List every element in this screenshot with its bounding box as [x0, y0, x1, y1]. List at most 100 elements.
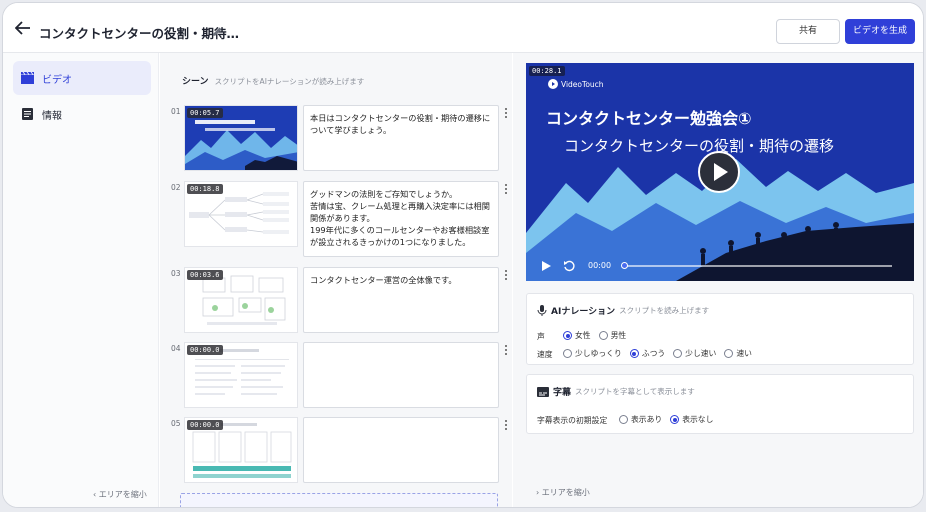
- play-control-icon[interactable]: [541, 261, 551, 271]
- more-options-icon[interactable]: [504, 344, 508, 356]
- caption-radio-group: 表示あり 表示なし: [619, 414, 713, 425]
- scene-script-input[interactable]: グッドマンの法則をご存知でしょうか。 苦情は宝、クレーム処理と再購入決定率には相…: [303, 181, 499, 257]
- scene-row: 04 00:00.0: [160, 342, 512, 412]
- voice-option-label: 女性: [575, 331, 591, 340]
- progress-track[interactable]: [624, 265, 892, 267]
- speed-label: 速度: [537, 350, 553, 359]
- page-title: コンタクトセンターの役割・期待…: [39, 26, 240, 41]
- play-icon: [714, 163, 728, 181]
- collapse-area-button[interactable]: ‹ エリアを縮小: [93, 489, 147, 500]
- sidebar-item-label: 情報: [42, 111, 62, 122]
- microphone-icon: [537, 305, 547, 316]
- back-arrow-icon[interactable]: [15, 21, 31, 35]
- video-subtitle: コンタクトセンターの役割・期待の遷移: [564, 137, 835, 155]
- captions-title: 字幕: [553, 388, 572, 398]
- more-options-icon[interactable]: [504, 183, 508, 195]
- speed-option-normal[interactable]: ふつう: [629, 348, 666, 359]
- speed-option-slow[interactable]: 少しゆっくり: [563, 348, 622, 359]
- brand-logo-text: VideoTouch: [561, 79, 604, 89]
- caption-option-label: 表示あり: [631, 415, 663, 424]
- speed-option-label: ふつう: [641, 349, 666, 358]
- speed-option-label: 少しゆっくり: [575, 349, 622, 358]
- scene-number: 04: [171, 344, 181, 353]
- clapperboard-icon: [21, 72, 34, 84]
- more-options-icon[interactable]: [504, 419, 508, 431]
- sidebar-item-info[interactable]: 情報: [13, 97, 151, 131]
- radio-unselected-icon: [598, 331, 608, 340]
- app-window: コンタクトセンターの役割・期待… 共有 ビデオを生成 ビデオ 情報 ‹ エリアを…: [2, 2, 924, 508]
- video-title: コンタクトセンター勉強会①: [546, 109, 752, 128]
- speed-option-label: 速い: [736, 349, 752, 358]
- captions-subtitle: スクリプトを字幕として表示します: [575, 387, 695, 396]
- narration-title: AIナレーション: [551, 307, 616, 317]
- speed-option-fastest[interactable]: 速い: [724, 348, 752, 359]
- radio-unselected-icon: [563, 349, 572, 358]
- scene-row: 02 00:18.8 グッドマンの法則をご存知でしょうか。 苦情は宝、クレーム処…: [160, 181, 512, 257]
- captions-header: 字幕 スクリプトを字幕として表示します: [537, 385, 695, 398]
- add-scene-dropzone[interactable]: [180, 493, 498, 507]
- voice-label: 声: [537, 332, 545, 341]
- scene-row: 03 00:03.6 コンタクトセンター運営の全体像です。: [160, 267, 512, 337]
- radio-unselected-icon: [619, 415, 628, 424]
- scene-thumbnail[interactable]: 00:18.8: [184, 181, 298, 247]
- chevron-left-icon: ‹: [93, 490, 97, 499]
- radio-selected-icon: [629, 349, 639, 358]
- caption-option-off[interactable]: 表示なし: [670, 414, 713, 425]
- caption-option-label: 表示なし: [682, 415, 714, 424]
- voice-radio-group: 女性 男性: [563, 330, 626, 341]
- scene-script-input[interactable]: [303, 342, 499, 408]
- narration-subtitle: スクリプトを読み上げます: [619, 306, 710, 315]
- chevron-right-icon: ›: [536, 488, 540, 497]
- edit-pencil-icon[interactable]: [211, 26, 223, 38]
- scene-row: 01 00:05.7 本日はコンタクトセンターの役割・期待の遷移について学びまし…: [160, 105, 512, 175]
- scene-subtitle: スクリプトをAIナレーションが読み上げます: [214, 77, 365, 86]
- voice-option-female[interactable]: 女性: [563, 330, 591, 341]
- collapse-label: エリアを縮小: [98, 490, 147, 499]
- sidebar: ビデオ 情報 ‹ エリアを縮小: [3, 53, 159, 507]
- scene-header: シーン スクリプトをAIナレーションが読み上げます: [182, 74, 364, 87]
- collapse-area-button[interactable]: › エリアを縮小: [536, 487, 590, 498]
- scene-number: 02: [171, 183, 181, 192]
- speed-option-fast[interactable]: 少し速い: [673, 348, 716, 359]
- duration-badge: 00:00.0: [187, 345, 223, 355]
- sidebar-item-label: ビデオ: [42, 75, 72, 86]
- captions-card: 字幕 スクリプトを字幕として表示します 字幕表示の初期設定 表示あり 表示なし: [526, 374, 914, 434]
- voice-option-male[interactable]: 男性: [598, 330, 626, 341]
- duration-badge: 00:03.6: [187, 270, 223, 280]
- caption-option-on[interactable]: 表示あり: [619, 414, 662, 425]
- scene-thumbnail[interactable]: 00:00.0: [184, 342, 298, 408]
- header-bar: コンタクトセンターの役割・期待… 共有 ビデオを生成: [3, 3, 923, 53]
- scene-panel: シーン スクリプトをAIナレーションが読み上げます 01 00:05.7 本日はコ…: [160, 53, 512, 507]
- share-button[interactable]: 共有: [776, 19, 840, 44]
- generate-video-button[interactable]: ビデオを生成: [845, 19, 915, 44]
- scene-script-input[interactable]: [303, 417, 499, 483]
- radio-selected-icon: [563, 331, 572, 340]
- duration-badge: 00:18.8: [187, 184, 223, 194]
- scene-number: 03: [171, 269, 181, 278]
- preview-panel: 00:28.1 VideoTouch コンタクトセンター勉強会① コンタクトセン…: [513, 53, 923, 507]
- caption-default-label: 字幕表示の初期設定: [537, 416, 608, 425]
- big-play-button[interactable]: [698, 151, 740, 193]
- collapse-label: エリアを縮小: [541, 488, 590, 497]
- scene-script-input[interactable]: コンタクトセンター運営の全体像です。: [303, 267, 499, 333]
- progress-handle[interactable]: [621, 262, 628, 269]
- scene-script-input[interactable]: 本日はコンタクトセンターの役割・期待の遷移について学びましょう。: [303, 105, 499, 171]
- replay-icon[interactable]: [563, 260, 575, 272]
- narration-header: AIナレーション スクリプトを読み上げます: [537, 304, 709, 317]
- more-options-icon[interactable]: [504, 107, 508, 119]
- current-time: 00:00: [588, 261, 612, 270]
- sidebar-item-video[interactable]: ビデオ: [13, 61, 151, 95]
- duration-badge: 00:00.0: [187, 420, 223, 430]
- scene-thumbnail[interactable]: 00:00.0: [184, 417, 298, 483]
- video-duration-badge: 00:28.1: [529, 66, 565, 76]
- video-player[interactable]: 00:28.1 VideoTouch コンタクトセンター勉強会① コンタクトセン…: [526, 63, 914, 281]
- radio-unselected-icon: [673, 349, 683, 358]
- scene-number: 05: [171, 419, 181, 428]
- scene-thumbnail[interactable]: 00:05.7: [184, 105, 298, 171]
- duration-badge: 00:05.7: [187, 108, 223, 118]
- scene-row: 05 00:00.0: [160, 417, 512, 487]
- scene-thumbnail[interactable]: 00:03.6: [184, 267, 298, 333]
- document-icon: [22, 108, 33, 120]
- more-options-icon[interactable]: [504, 269, 508, 281]
- scene-number: 01: [171, 107, 181, 116]
